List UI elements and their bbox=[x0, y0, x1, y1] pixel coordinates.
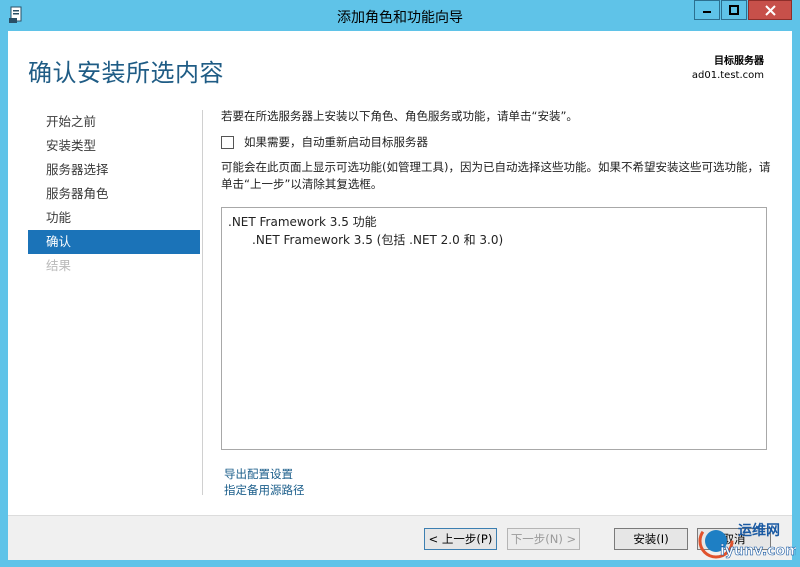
minimize-button[interactable] bbox=[694, 0, 720, 20]
link-group: 导出配置设置 指定备用源路径 bbox=[224, 466, 305, 498]
intro-text: 若要在所选服务器上安装以下角色、角色服务或功能，请单击“安装”。 bbox=[221, 109, 578, 123]
next-button[interactable]: 下一步(N) > bbox=[507, 528, 580, 550]
nav-item-confirmation[interactable]: 确认 bbox=[28, 230, 200, 254]
nav-item-results: 结果 bbox=[46, 258, 72, 273]
target-server-label: 目标服务器 bbox=[714, 56, 764, 67]
maximize-icon bbox=[729, 5, 739, 15]
nav-item-installation-type[interactable]: 安装类型 bbox=[28, 134, 200, 158]
wizard-nav: 开始之前 安装类型 服务器选择 服务器角色 功能 确认 结果 bbox=[28, 110, 200, 278]
watermark-title: 运维网 bbox=[738, 522, 780, 539]
close-button[interactable] bbox=[748, 0, 792, 20]
alternate-source-link[interactable]: 指定备用源路径 bbox=[224, 482, 305, 498]
wizard-window: 添加角色和功能向导 确认安装所选内容 目标服务器 ad01.test.com 开… bbox=[0, 0, 800, 567]
nav-item-before-you-begin[interactable]: 开始之前 bbox=[28, 110, 200, 134]
target-server-value: ad01.test.com bbox=[691, 70, 764, 81]
page-title: 确认安装所选内容 bbox=[28, 59, 224, 87]
close-icon bbox=[764, 4, 776, 16]
nav-item-server-roles[interactable]: 服务器角色 bbox=[28, 182, 200, 206]
selection-list[interactable]: .NET Framework 3.5 功能 .NET Framework 3.5… bbox=[221, 207, 767, 450]
wizard-body: 确认安装所选内容 目标服务器 ad01.test.com 开始之前 安装类型 服… bbox=[8, 31, 792, 560]
list-item: .NET Framework 3.5 (包括 .NET 2.0 和 3.0) bbox=[252, 233, 504, 247]
window-title: 添加角色和功能向导 bbox=[337, 10, 463, 26]
export-config-link[interactable]: 导出配置设置 bbox=[224, 466, 305, 482]
nav-item-features[interactable]: 功能 bbox=[28, 206, 200, 230]
title-bar[interactable]: 添加角色和功能向导 bbox=[0, 0, 800, 31]
target-server: 目标服务器 ad01.test.com bbox=[692, 55, 764, 83]
nav-divider bbox=[202, 110, 203, 495]
minimize-icon bbox=[703, 11, 711, 13]
restart-checkbox-label[interactable]: 如果需要，自动重新启动目标服务器 bbox=[244, 134, 428, 150]
list-item: .NET Framework 3.5 功能 bbox=[228, 215, 377, 229]
site-watermark-logo: 运维网 iyunv.com bbox=[698, 522, 796, 559]
wizard-footer: < 上一步(P) 下一步(N) > 安装(I) 取消 bbox=[8, 515, 792, 560]
previous-button[interactable]: < 上一步(P) bbox=[424, 528, 497, 550]
nav-item-server-selection[interactable]: 服务器选择 bbox=[28, 158, 200, 182]
restart-checkbox[interactable] bbox=[221, 135, 234, 149]
maximize-button[interactable] bbox=[721, 0, 747, 20]
restart-option[interactable]: 如果需要，自动重新启动目标服务器 bbox=[221, 134, 428, 150]
install-button[interactable]: 安装(I) bbox=[614, 528, 688, 550]
watermark-url: iyunv.com bbox=[720, 543, 796, 559]
optional-features-note: 可能会在此页面上显示可选功能(如管理工具)，因为已自动选择这些功能。如果不希望安… bbox=[221, 160, 771, 191]
